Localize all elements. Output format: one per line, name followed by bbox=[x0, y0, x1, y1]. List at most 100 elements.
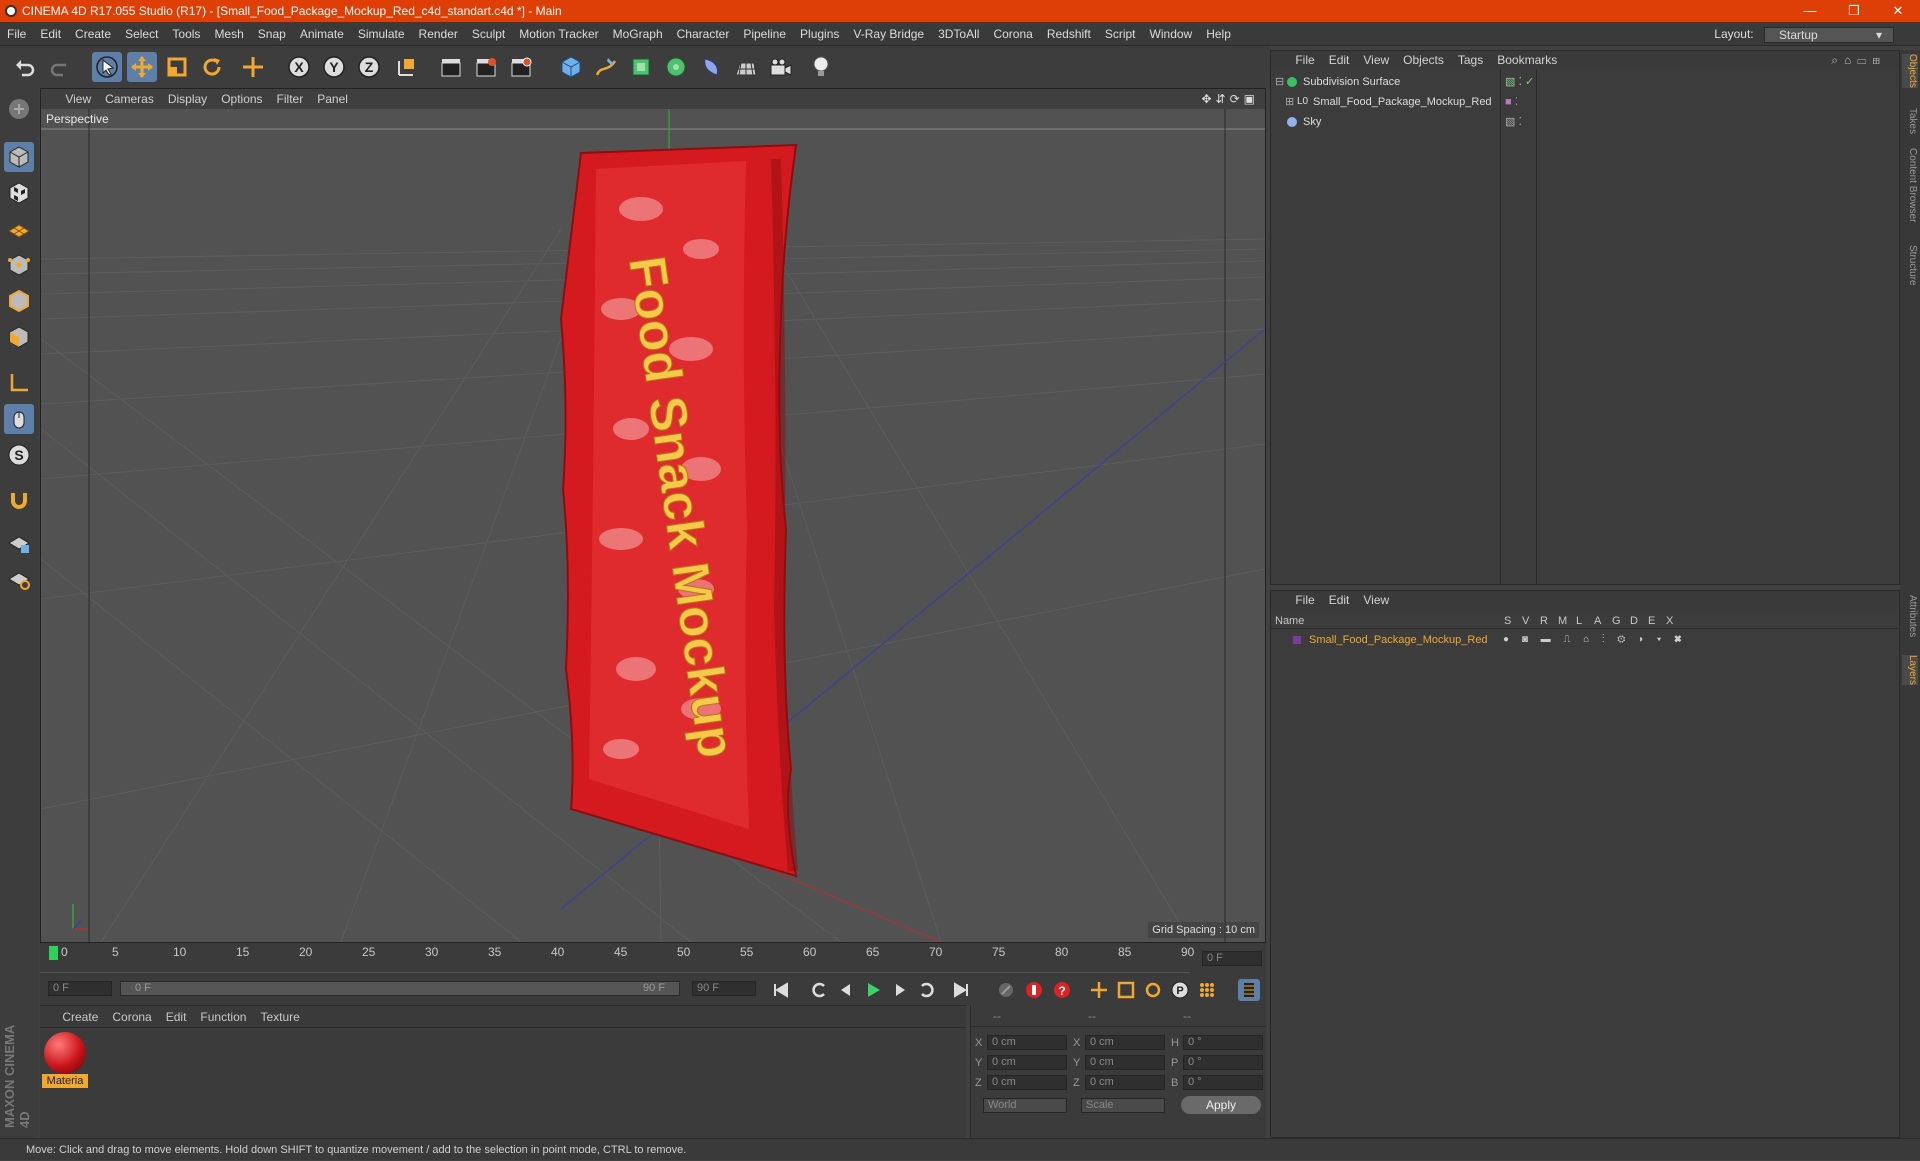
go-to-end-button[interactable] bbox=[950, 979, 972, 1001]
menu-vray-bridge[interactable]: V-Ray Bridge bbox=[846, 22, 931, 46]
menu-create[interactable]: Create bbox=[68, 22, 118, 46]
material-menu-create[interactable]: Create bbox=[55, 1006, 105, 1028]
start-frame-field[interactable]: 0 F bbox=[48, 981, 112, 996]
key-position-button[interactable] bbox=[1088, 979, 1110, 1001]
y-axis-button[interactable]: Y bbox=[319, 52, 349, 82]
menu-corona[interactable]: Corona bbox=[986, 22, 1039, 46]
tab-content-browser[interactable]: Content Browser bbox=[1902, 148, 1918, 222]
menu-animate[interactable]: Animate bbox=[293, 22, 351, 46]
prev-key-button[interactable] bbox=[808, 979, 830, 1001]
add-spline-button[interactable] bbox=[591, 52, 621, 82]
menu-simulate[interactable]: Simulate bbox=[351, 22, 412, 46]
material-menu-texture[interactable]: Texture bbox=[253, 1006, 306, 1028]
minimize-button[interactable]: — bbox=[1788, 0, 1832, 22]
close-button[interactable]: ✕ bbox=[1876, 0, 1920, 22]
material-menu-corona[interactable]: Corona bbox=[105, 1006, 158, 1028]
menu-motion-tracker[interactable]: Motion Tracker bbox=[512, 22, 605, 46]
menu-mesh[interactable]: Mesh bbox=[207, 22, 250, 46]
collapse-icon[interactable]: ⊟ bbox=[1275, 73, 1284, 91]
select-tool-button[interactable] bbox=[92, 52, 122, 82]
visibility-dots-icon[interactable]: ■ ⁚ bbox=[1505, 93, 1518, 111]
key-parameter-button[interactable]: P bbox=[1169, 979, 1191, 1001]
go-to-start-button[interactable] bbox=[770, 979, 792, 1001]
live-selection-button[interactable] bbox=[238, 52, 268, 82]
objects-menu-view[interactable]: View bbox=[1356, 51, 1396, 69]
render-view-button[interactable] bbox=[436, 52, 466, 82]
tab-layers[interactable]: Layers bbox=[1902, 655, 1918, 686]
menu-mograph[interactable]: MoGraph bbox=[606, 22, 670, 46]
layers-menu-view[interactable]: View bbox=[1356, 591, 1396, 609]
add-deformer-button[interactable] bbox=[696, 52, 726, 82]
objects-menu-edit[interactable]: Edit bbox=[1322, 51, 1357, 69]
layers-menu-edit[interactable]: Edit bbox=[1322, 591, 1357, 609]
menu-select[interactable]: Select bbox=[118, 22, 165, 46]
viewport-menu-panel[interactable]: Panel bbox=[310, 89, 355, 109]
play-button[interactable] bbox=[862, 979, 884, 1001]
rotation-h-field[interactable]: 0 ° bbox=[1183, 1035, 1263, 1050]
x-axis-button[interactable]: X bbox=[284, 52, 314, 82]
menu-plugins[interactable]: Plugins bbox=[793, 22, 846, 46]
menu-help[interactable]: Help bbox=[1199, 22, 1238, 46]
autokey-button[interactable]: ? bbox=[1051, 979, 1073, 1001]
size-y-field[interactable]: 0 cm bbox=[1085, 1055, 1165, 1070]
coord-mode-dropdown[interactable]: World bbox=[983, 1098, 1067, 1113]
add-environment-button[interactable] bbox=[731, 52, 761, 82]
objects-menu-bookmarks[interactable]: Bookmarks bbox=[1490, 51, 1564, 69]
object-manager-nav-icons[interactable]: ⌕⌂▭⊞ bbox=[1824, 51, 1893, 69]
texture-mode-button[interactable] bbox=[4, 178, 34, 208]
tab-structure[interactable]: Structure bbox=[1902, 245, 1918, 286]
material-thumbnail[interactable]: Materia bbox=[42, 1032, 88, 1090]
rotation-b-field[interactable]: 0 ° bbox=[1183, 1075, 1263, 1090]
menu-file[interactable]: File bbox=[0, 22, 33, 46]
lock-workplane-button[interactable] bbox=[4, 528, 34, 558]
menu-tools[interactable]: Tools bbox=[165, 22, 207, 46]
end-frame-field[interactable]: 90 F bbox=[692, 981, 756, 996]
points-mode-button[interactable] bbox=[4, 250, 34, 280]
tab-takes[interactable]: Takes bbox=[1902, 108, 1918, 134]
tab-attributes[interactable]: Attributes bbox=[1902, 595, 1918, 637]
objects-menu-tags[interactable]: Tags bbox=[1451, 51, 1490, 69]
key-pla-button[interactable] bbox=[1196, 979, 1218, 1001]
rotate-tool-button[interactable] bbox=[197, 52, 227, 82]
menu-edit[interactable]: Edit bbox=[33, 22, 68, 46]
keyframe-selection-button[interactable] bbox=[995, 979, 1017, 1001]
render-picture-viewer-button[interactable] bbox=[471, 52, 501, 82]
objects-menu-file[interactable]: File bbox=[1288, 51, 1321, 69]
polygons-mode-button[interactable] bbox=[4, 322, 34, 352]
planar-workplane-button[interactable] bbox=[4, 564, 34, 594]
layer-toggle-icons[interactable]: ● ◙ ▬ ⎍ ⌂ ⁝ ⚙ ◗ ▾ ✖ bbox=[1503, 631, 1687, 649]
viewport-menu-options[interactable]: Options bbox=[214, 89, 269, 109]
add-light-button[interactable] bbox=[806, 52, 836, 82]
viewport-menu-filter[interactable]: Filter bbox=[270, 89, 311, 109]
menu-sculpt[interactable]: Sculpt bbox=[465, 22, 512, 46]
frame-range-slider[interactable]: 0 F 90 F bbox=[120, 981, 680, 996]
size-z-field[interactable]: 0 cm bbox=[1085, 1075, 1165, 1090]
scale-tool-button[interactable] bbox=[162, 52, 192, 82]
tweak-mode-button[interactable] bbox=[4, 404, 34, 434]
menu-pipeline[interactable]: Pipeline bbox=[736, 22, 793, 46]
restore-button[interactable]: ❐ bbox=[1832, 0, 1876, 22]
tab-objects[interactable]: Objects bbox=[1902, 54, 1918, 88]
position-x-field[interactable]: 0 cm bbox=[987, 1035, 1067, 1050]
size-x-field[interactable]: 0 cm bbox=[1085, 1035, 1165, 1050]
menu-snap[interactable]: Snap bbox=[251, 22, 293, 46]
coordinate-system-button[interactable] bbox=[392, 52, 422, 82]
edges-mode-button[interactable] bbox=[4, 286, 34, 316]
undo-button[interactable] bbox=[10, 52, 40, 82]
object-row-sky[interactable]: Sky ▧ ⁚ bbox=[1271, 113, 1899, 131]
make-editable-button[interactable] bbox=[4, 94, 34, 124]
layer-row[interactable]: Small_Food_Package_Mockup_Red ● ◙ ▬ ⎍ ⌂ … bbox=[1271, 631, 1899, 649]
viewport-menu-cameras[interactable]: Cameras bbox=[98, 89, 161, 109]
object-row-subdivision[interactable]: ⊟ Subdivision Surface ▧ ⁚ ✓ bbox=[1271, 73, 1899, 91]
z-axis-button[interactable]: Z bbox=[354, 52, 384, 82]
menu-3dtoall[interactable]: 3DToAll bbox=[931, 22, 986, 46]
add-mograph-button[interactable] bbox=[661, 52, 691, 82]
coord-type-dropdown[interactable]: Scale bbox=[1081, 1098, 1165, 1113]
prev-frame-button[interactable] bbox=[835, 979, 857, 1001]
record-button[interactable] bbox=[1023, 979, 1045, 1001]
key-scale-button[interactable] bbox=[1115, 979, 1137, 1001]
material-menu-function[interactable]: Function bbox=[193, 1006, 253, 1028]
viewport-menu-display[interactable]: Display bbox=[161, 89, 214, 109]
expand-icon[interactable]: ⊞ bbox=[1285, 93, 1294, 111]
visibility-dots-icon[interactable]: ▧ ⁚ ✓ bbox=[1505, 73, 1534, 91]
